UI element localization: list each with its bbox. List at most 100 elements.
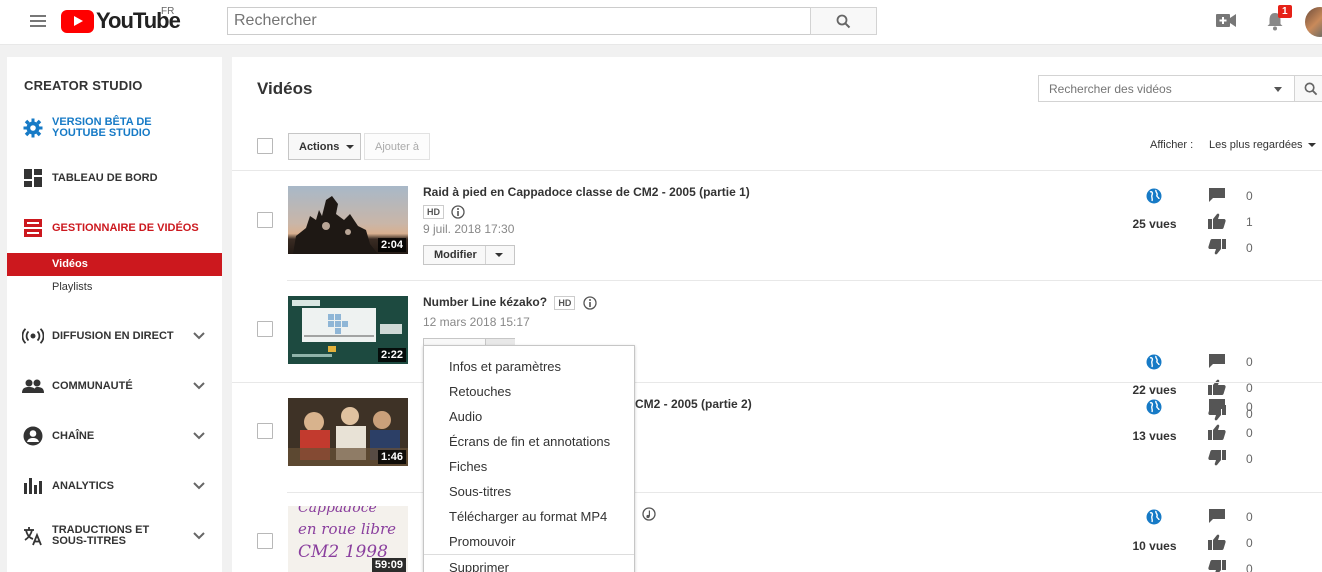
- modify-button[interactable]: Modifier: [423, 245, 515, 265]
- like-count: 0: [1246, 426, 1253, 440]
- info-icon[interactable]: [583, 296, 597, 310]
- search-icon: [836, 14, 851, 28]
- video-title[interactable]: CM2 - 2005 (partie 2): [635, 397, 752, 411]
- row-checkbox[interactable]: [257, 423, 273, 439]
- sidebar-item-translations[interactable]: TRADUCTIONS ET SOUS-TITRES: [7, 525, 222, 547]
- actions-button[interactable]: Actions: [288, 133, 361, 160]
- menu-item-delete[interactable]: Supprimer: [449, 560, 509, 572]
- sidebar-item-label: CHAÎNE: [52, 430, 95, 442]
- view-count: 22 vues: [1132, 383, 1177, 397]
- video-thumbnail[interactable]: 1:46: [288, 398, 408, 466]
- row-checkbox[interactable]: [257, 212, 273, 228]
- chevron-down-icon: [1307, 143, 1316, 147]
- thumbs-up-icon: [1208, 213, 1226, 229]
- menu-item-audio[interactable]: Audio: [449, 409, 482, 424]
- masthead: YouTube FR 1: [0, 0, 1322, 45]
- sidebar: CREATOR STUDIO VERSION BÊTA DE YOUTUBE S…: [7, 57, 222, 572]
- menu-item-promote[interactable]: Promouvoir: [449, 534, 515, 549]
- menu-item-subtitles[interactable]: Sous-titres: [449, 484, 511, 499]
- dislike-count: 0: [1246, 562, 1253, 572]
- table-row: 2:04 Raid à pied en Cappadoce classe de …: [232, 171, 1322, 281]
- search-button[interactable]: [810, 7, 877, 35]
- hd-badge: HD: [423, 204, 444, 219]
- menu-icon[interactable]: [30, 15, 46, 27]
- country-code: FR: [161, 6, 175, 17]
- video-search-box[interactable]: [1038, 75, 1322, 102]
- menu-item-end-screens[interactable]: Écrans de fin et annotations: [449, 434, 610, 449]
- video-title[interactable]: Number Line kézako?: [423, 295, 547, 309]
- menu-item-cards[interactable]: Fiches: [449, 459, 487, 474]
- comment-count: 0: [1246, 189, 1253, 203]
- video-thumbnail[interactable]: 2:22: [288, 296, 408, 364]
- thumbs-down-icon: [1208, 560, 1226, 572]
- info-icon[interactable]: [451, 205, 465, 219]
- search-input[interactable]: [234, 12, 804, 30]
- view-count: 13 vues: [1132, 429, 1177, 443]
- page-title: Vidéos: [257, 79, 313, 98]
- chevron-down-icon: [193, 432, 205, 440]
- sort-dropdown[interactable]: Les plus regardées: [1209, 139, 1316, 151]
- sidebar-item-community[interactable]: COMMUNAUTÉ: [7, 375, 222, 397]
- sidebar-item-label: COMMUNAUTÉ: [52, 380, 133, 392]
- notification-badge: 1: [1278, 5, 1292, 18]
- sort-label: Afficher :: [1150, 139, 1194, 151]
- video-duration: 2:04: [377, 238, 406, 252]
- table-row: 2:22 Number Line kézako? HD 12 mars 2018…: [232, 281, 1322, 421]
- video-search-button[interactable]: [1294, 76, 1322, 101]
- edit-dropdown-menu: Infos et paramètres Retouches Audio Écra…: [423, 345, 635, 572]
- globe-icon: [1146, 354, 1162, 370]
- like-count: 1: [1246, 215, 1253, 229]
- video-thumbnail[interactable]: 2:04: [288, 186, 408, 254]
- community-icon: [22, 375, 44, 397]
- video-search-input[interactable]: [1039, 76, 1289, 101]
- sidebar-subitem-playlists[interactable]: Playlists: [7, 276, 222, 299]
- menu-item-enhancements[interactable]: Retouches: [449, 384, 511, 399]
- sidebar-subitem-videos[interactable]: Vidéos: [7, 253, 222, 276]
- sidebar-title: CREATOR STUDIO: [24, 78, 143, 93]
- menu-item-info-settings[interactable]: Infos et paramètres: [449, 359, 561, 374]
- row-checkbox[interactable]: [257, 533, 273, 549]
- avatar[interactable]: [1305, 7, 1322, 37]
- chevron-down-icon[interactable]: [1274, 87, 1282, 92]
- youtube-play-icon: [61, 9, 94, 33]
- live-icon: [22, 325, 44, 347]
- analytics-icon: [22, 475, 44, 497]
- row-checkbox[interactable]: [257, 321, 273, 337]
- comment-count: 0: [1246, 355, 1253, 369]
- select-all-checkbox[interactable]: [257, 138, 273, 154]
- like-count: 0: [1246, 381, 1253, 395]
- sidebar-item-label: GESTIONNAIRE DE VIDÉOS: [52, 222, 199, 234]
- search-icon: [1304, 82, 1318, 95]
- sort-value: Les plus regardées: [1209, 139, 1303, 151]
- sidebar-item-label: DIFFUSION EN DIRECT: [52, 330, 174, 342]
- sidebar-item-channel[interactable]: CHAÎNE: [7, 425, 222, 447]
- video-title-line: Number Line kézako? HD: [423, 295, 597, 310]
- actions-label: Actions: [299, 140, 340, 153]
- search-box[interactable]: [227, 7, 811, 35]
- comment-icon: [1209, 354, 1225, 368]
- sidebar-item-live[interactable]: DIFFUSION EN DIRECT: [7, 325, 222, 347]
- hd-badge: HD: [554, 295, 576, 310]
- menu-item-download-mp4[interactable]: Télécharger au format MP4: [449, 509, 607, 524]
- comment-count: 0: [1246, 400, 1253, 414]
- sidebar-item-dashboard[interactable]: TABLEAU DE BORD: [7, 167, 222, 189]
- menu-divider: [424, 554, 634, 555]
- chevron-down-icon[interactable]: [495, 253, 503, 257]
- sidebar-item-analytics[interactable]: ANALYTICS: [7, 475, 222, 497]
- chevron-down-icon: [346, 144, 355, 149]
- thumb-text: en roue libre: [298, 520, 397, 538]
- sidebar-item-studio-beta[interactable]: VERSION BÊTA DE YOUTUBE STUDIO: [7, 117, 222, 139]
- channel-icon: [22, 425, 44, 447]
- sidebar-item-label: TABLEAU DE BORD: [52, 172, 158, 184]
- video-duration: 1:46: [377, 450, 406, 464]
- video-thumbnail[interactable]: Cappadoce en roue libre CM2 1998 59:09: [288, 506, 408, 572]
- gear-icon: [22, 117, 44, 139]
- music-note-icon: [642, 507, 656, 521]
- chevron-down-icon: [193, 382, 205, 390]
- sidebar-item-video-manager[interactable]: GESTIONNAIRE DE VIDÉOS: [7, 217, 222, 239]
- sidebar-item-label: ANALYTICS: [52, 480, 114, 492]
- video-camera-icon[interactable]: [1216, 13, 1236, 28]
- view-count: 10 vues: [1132, 539, 1177, 553]
- video-title[interactable]: Raid à pied en Cappadoce classe de CM2 -…: [423, 185, 750, 199]
- add-to-button[interactable]: Ajouter à: [364, 133, 430, 160]
